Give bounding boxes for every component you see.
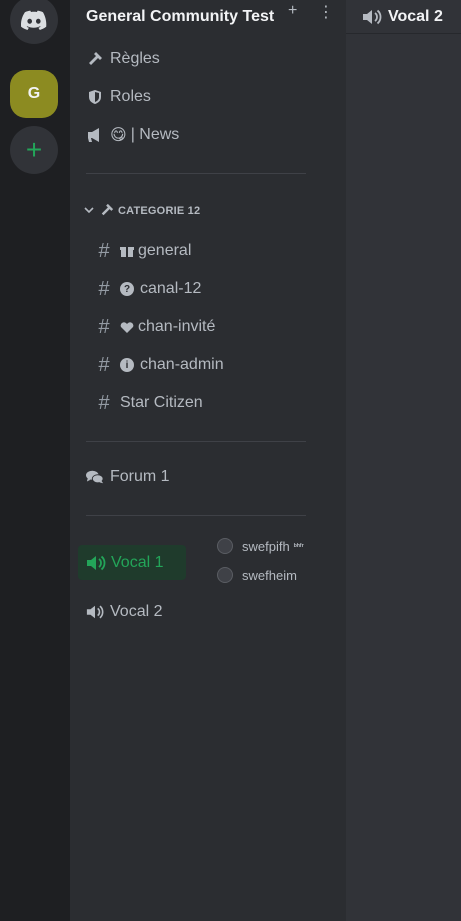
chevron-down-icon (84, 205, 94, 218)
channel-forum-1[interactable]: Forum 1 (86, 463, 170, 491)
channel-chan-invite[interactable]: # chan-invité (96, 313, 215, 341)
channel-label: Forum 1 (110, 468, 170, 485)
hammer-icon (100, 203, 114, 220)
channel-roles[interactable]: Roles (86, 83, 151, 111)
server-header[interactable]: General Community Test + ⋮ (70, 0, 346, 34)
speaker-icon (86, 555, 106, 571)
server-rail: G + (0, 0, 70, 921)
voice-channel-vocal-1[interactable]: Vocal 1 (78, 545, 186, 580)
hash-icon: # (98, 277, 110, 300)
add-server-button[interactable]: + (10, 126, 58, 174)
hash-icon: # (98, 315, 110, 338)
channel-label: Roles (110, 88, 151, 105)
forum-icon (86, 469, 104, 485)
category-label: CATEGORIE 12 (118, 205, 201, 217)
info-icon: i (120, 358, 134, 372)
voice-user-swefheim[interactable]: swefheim (217, 567, 297, 583)
heart-icon (120, 321, 134, 334)
user-tag: ᵇʰᶠʳ (293, 541, 304, 551)
discord-logo-icon (21, 10, 47, 30)
topbar-title: Vocal 2 (388, 7, 443, 25)
emoji-face: 😋 (110, 127, 127, 144)
divider (86, 515, 306, 516)
gift-icon (120, 244, 134, 258)
create-channel-icon[interactable]: + (288, 2, 297, 20)
channel-chan-admin[interactable]: # i chan-admin (96, 351, 224, 379)
channel-topbar: Vocal 2 (346, 0, 461, 34)
hash-icon: # (98, 239, 110, 262)
channel-label: Vocal 1 (111, 553, 164, 571)
channel-sidebar: General Community Test + ⋮ Règles Roles … (70, 0, 346, 921)
channel-label: canal-12 (140, 280, 202, 297)
channel-label: | News (130, 126, 180, 143)
channel-canal-12[interactable]: # ? canal-12 (96, 275, 201, 303)
server-name: General Community Test (86, 8, 275, 25)
channel-label: general (138, 242, 192, 259)
channel-general[interactable]: # general (96, 237, 191, 265)
hash-icon: # (98, 353, 110, 376)
user-name: swefheim (242, 567, 297, 583)
shield-icon (86, 89, 104, 105)
channel-regles[interactable]: Règles (86, 45, 160, 73)
channel-star-citizen[interactable]: # Star Citizen (96, 389, 203, 417)
discord-home-button[interactable] (10, 0, 58, 44)
speaker-icon (362, 9, 382, 25)
more-options-icon[interactable]: ⋮ (318, 2, 334, 22)
question-icon: ? (120, 282, 134, 296)
avatar (217, 567, 233, 583)
megaphone-icon (86, 127, 104, 143)
hammer-icon (86, 51, 104, 67)
avatar (217, 538, 233, 554)
speaker-icon (86, 604, 104, 620)
voice-user-swefpifh[interactable]: swefpifh ᵇʰᶠʳ (217, 538, 304, 554)
hash-icon: # (98, 391, 110, 414)
divider (86, 441, 306, 442)
plus-icon: + (25, 134, 43, 165)
divider (86, 173, 306, 174)
server-icon-general-community[interactable]: G (10, 70, 58, 118)
voice-channel-vocal-2[interactable]: Vocal 2 (86, 598, 162, 626)
channel-label: chan-invité (138, 318, 216, 335)
channel-news[interactable]: 😋 | News (86, 121, 179, 149)
channel-label: Règles (110, 50, 160, 67)
channel-label: Vocal 2 (110, 603, 163, 620)
category-header[interactable]: CATEGORIE 12 (84, 201, 200, 221)
server-initial: G (27, 85, 41, 102)
channel-label: Star Citizen (120, 394, 203, 411)
channel-label: chan-admin (140, 356, 224, 373)
user-name: swefpifh (242, 538, 290, 554)
